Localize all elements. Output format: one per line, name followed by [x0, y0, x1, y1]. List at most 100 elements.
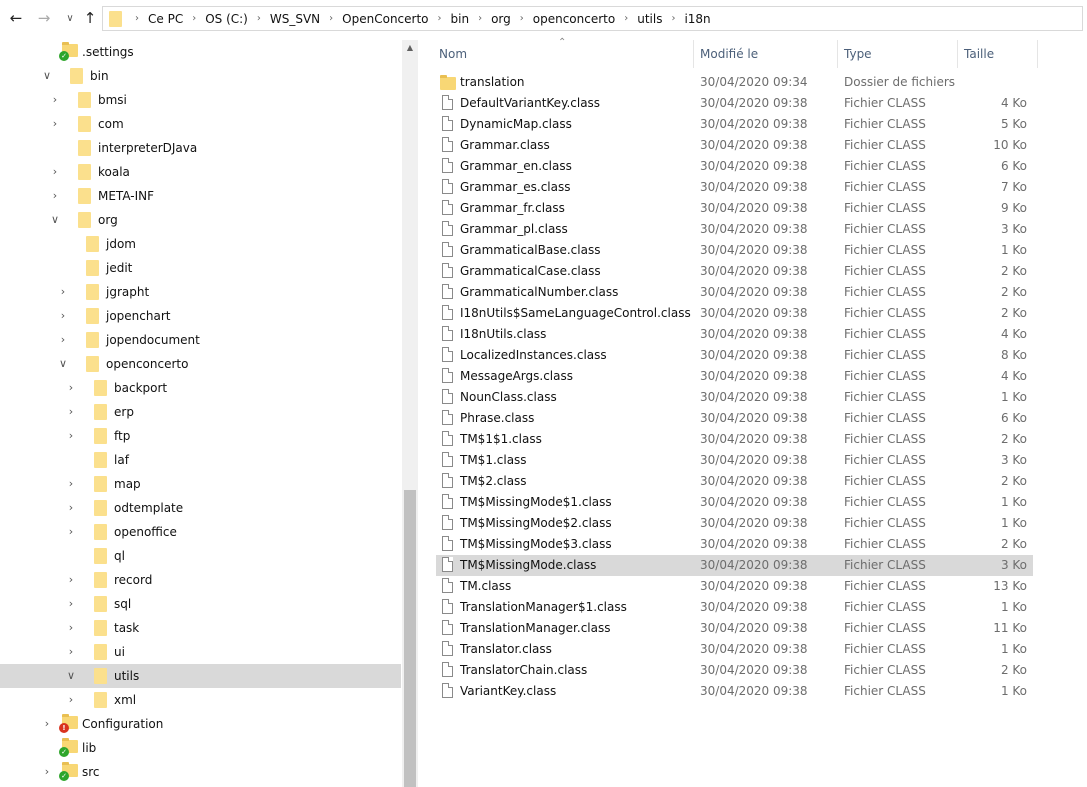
- tree-item[interactable]: › ftp: [0, 424, 401, 448]
- breadcrumb[interactable]: › Ce PC › OS (C:) › WS_SVN › OpenConcerto › bin › o…: [102, 6, 1083, 31]
- chevron-down-icon[interactable]: ∨: [49, 213, 61, 226]
- tree-item[interactable]: › sql: [0, 592, 401, 616]
- up-arrow-icon[interactable]: ↑: [80, 8, 100, 28]
- table-row[interactable]: MessageArgs.class 30/04/2020 09:38 Fichier…: [436, 366, 1033, 387]
- chevron-right-icon[interactable]: ›: [65, 597, 77, 610]
- table-row[interactable]: TranslationManager$1.class 30/04/2020 09:…: [436, 597, 1033, 618]
- chevron-right-icon[interactable]: ›: [65, 525, 77, 538]
- breadcrumb-item[interactable]: org: [491, 12, 511, 26]
- chevron-right-icon[interactable]: ›: [65, 477, 77, 490]
- chevron-right-icon[interactable]: ›: [41, 717, 53, 730]
- table-row[interactable]: Grammar_en.class 30/04/2020 09:38 Fichier …: [436, 156, 1033, 177]
- column-header-date[interactable]: Modifié le: [700, 40, 758, 68]
- chevron-right-icon[interactable]: ›: [65, 621, 77, 634]
- tree-scrollbar-thumb[interactable]: [404, 490, 416, 787]
- tree-item[interactable]: › map: [0, 472, 401, 496]
- tree-item[interactable]: ✓ lib: [0, 736, 401, 760]
- tree-item[interactable]: › record: [0, 568, 401, 592]
- breadcrumb-item[interactable]: utils: [637, 12, 662, 26]
- breadcrumb-separator-icon[interactable]: ›: [329, 13, 333, 24]
- tree-item[interactable]: › META-INF: [0, 184, 401, 208]
- tree-item[interactable]: › bmsi: [0, 88, 401, 112]
- chevron-right-icon[interactable]: ›: [65, 693, 77, 706]
- column-header-size[interactable]: Taille: [964, 40, 994, 68]
- table-row[interactable]: TM$1$1.class 30/04/2020 09:38 Fichier CLAS…: [436, 429, 1033, 450]
- table-row[interactable]: TM$MissingMode.class 30/04/2020 09:38 Fich…: [436, 555, 1033, 576]
- tree-item[interactable]: › xml: [0, 688, 401, 712]
- tree-item[interactable]: ql: [0, 544, 401, 568]
- table-row[interactable]: TM$MissingMode$2.class 30/04/2020 09:38 Fi…: [436, 513, 1033, 534]
- tree-item[interactable]: ∨ org: [0, 208, 401, 232]
- table-row[interactable]: GrammaticalBase.class 30/04/2020 09:38 Fic…: [436, 240, 1033, 261]
- forward-arrow-icon[interactable]: →: [34, 8, 54, 28]
- breadcrumb-item[interactable]: OpenConcerto: [342, 12, 428, 26]
- table-row[interactable]: TM$1.class 30/04/2020 09:38 Fichier CLASS 3…: [436, 450, 1033, 471]
- chevron-right-icon[interactable]: ›: [65, 405, 77, 418]
- table-row[interactable]: TM$2.class 30/04/2020 09:38 Fichier CLASS 2…: [436, 471, 1033, 492]
- tree-item[interactable]: ∨ utils: [0, 664, 401, 688]
- table-row[interactable]: LocalizedInstances.class 30/04/2020 09:38…: [436, 345, 1033, 366]
- chevron-right-icon[interactable]: ›: [57, 309, 69, 322]
- tree-item[interactable]: › openoffice: [0, 520, 401, 544]
- breadcrumb-item[interactable]: Ce PC: [148, 12, 183, 26]
- table-row[interactable]: DefaultVariantKey.class 30/04/2020 09:38 F…: [436, 93, 1033, 114]
- tree-item[interactable]: laf: [0, 448, 401, 472]
- breadcrumb-separator-icon[interactable]: ›: [257, 13, 261, 24]
- column-header-name[interactable]: Nom: [439, 40, 467, 68]
- breadcrumb-item[interactable]: WS_SVN: [270, 12, 320, 26]
- breadcrumb-separator-icon[interactable]: ›: [520, 13, 524, 24]
- breadcrumb-item[interactable]: bin: [451, 12, 470, 26]
- chevron-right-icon[interactable]: ›: [65, 381, 77, 394]
- breadcrumb-item[interactable]: i18n: [684, 12, 710, 26]
- chevron-down-icon[interactable]: ∨: [57, 357, 69, 370]
- breadcrumb-item[interactable]: openconcerto: [533, 12, 615, 26]
- tree-item[interactable]: › ui: [0, 640, 401, 664]
- chevron-right-icon[interactable]: ›: [49, 165, 61, 178]
- chevron-down-icon[interactable]: ∨: [41, 69, 53, 82]
- tree-item[interactable]: ›! Configuration: [0, 712, 401, 736]
- breadcrumb-separator-icon[interactable]: ›: [192, 13, 196, 24]
- breadcrumb-separator-icon[interactable]: ›: [135, 13, 139, 24]
- table-row[interactable]: I18nUtils.class 30/04/2020 09:38 Fichier C…: [436, 324, 1033, 345]
- table-row[interactable]: Grammar.class 30/04/2020 09:38 Fichier CLA…: [436, 135, 1033, 156]
- tree-item[interactable]: interpreterDJava: [0, 136, 401, 160]
- table-row[interactable]: Phrase.class 30/04/2020 09:38 Fichier CLAS…: [436, 408, 1033, 429]
- tree-item[interactable]: › erp: [0, 400, 401, 424]
- chevron-down-icon[interactable]: ∨: [65, 669, 77, 682]
- chevron-right-icon[interactable]: ›: [65, 645, 77, 658]
- chevron-right-icon[interactable]: ›: [49, 93, 61, 106]
- column-divider[interactable]: [957, 40, 958, 68]
- chevron-right-icon[interactable]: ›: [57, 333, 69, 346]
- table-row[interactable]: Grammar_pl.class 30/04/2020 09:38 Fichier …: [436, 219, 1033, 240]
- tree-item[interactable]: › koala: [0, 160, 401, 184]
- chevron-right-icon[interactable]: ›: [57, 285, 69, 298]
- table-row[interactable]: Translator.class 30/04/2020 09:38 Fichier …: [436, 639, 1033, 660]
- table-row[interactable]: Grammar_fr.class 30/04/2020 09:38 Fichier …: [436, 198, 1033, 219]
- breadcrumb-separator-icon[interactable]: ›: [671, 13, 675, 24]
- breadcrumb-item[interactable]: OS (C:): [205, 12, 248, 26]
- chevron-right-icon[interactable]: ›: [41, 765, 53, 778]
- table-row[interactable]: TM$MissingMode$3.class 30/04/2020 09:38 Fi…: [436, 534, 1033, 555]
- tree-item[interactable]: › task: [0, 616, 401, 640]
- tree-item[interactable]: › backport: [0, 376, 401, 400]
- table-row[interactable]: GrammaticalNumber.class 30/04/2020 09:38 F…: [436, 282, 1033, 303]
- tree-scrollbar[interactable]: ▲: [402, 40, 418, 787]
- history-chevron-down-icon[interactable]: ∨: [60, 8, 80, 28]
- tree-item[interactable]: ∨ bin: [0, 64, 401, 88]
- table-row[interactable]: TranslationManager.class 30/04/2020 09:38…: [436, 618, 1033, 639]
- breadcrumb-separator-icon[interactable]: ›: [478, 13, 482, 24]
- table-row[interactable]: GrammaticalCase.class 30/04/2020 09:38 Fic…: [436, 261, 1033, 282]
- column-divider[interactable]: [1037, 40, 1038, 68]
- tree-item[interactable]: › jopendocument: [0, 328, 401, 352]
- table-row[interactable]: TM.class 30/04/2020 09:38 Fichier CLASS 13 …: [436, 576, 1033, 597]
- chevron-right-icon[interactable]: ›: [49, 117, 61, 130]
- chevron-right-icon[interactable]: ›: [65, 501, 77, 514]
- table-row[interactable]: Grammar_es.class 30/04/2020 09:38 Fichier …: [436, 177, 1033, 198]
- tree-item[interactable]: › com: [0, 112, 401, 136]
- tree-item[interactable]: jdom: [0, 232, 401, 256]
- table-row[interactable]: TM$MissingMode$1.class 30/04/2020 09:38 Fi…: [436, 492, 1033, 513]
- tree-item[interactable]: ∨ openconcerto: [0, 352, 401, 376]
- tree-item[interactable]: › jopenchart: [0, 304, 401, 328]
- column-header-type[interactable]: Type: [844, 40, 872, 68]
- table-row[interactable]: I18nUtils$SameLanguageControl.class 30/04…: [436, 303, 1033, 324]
